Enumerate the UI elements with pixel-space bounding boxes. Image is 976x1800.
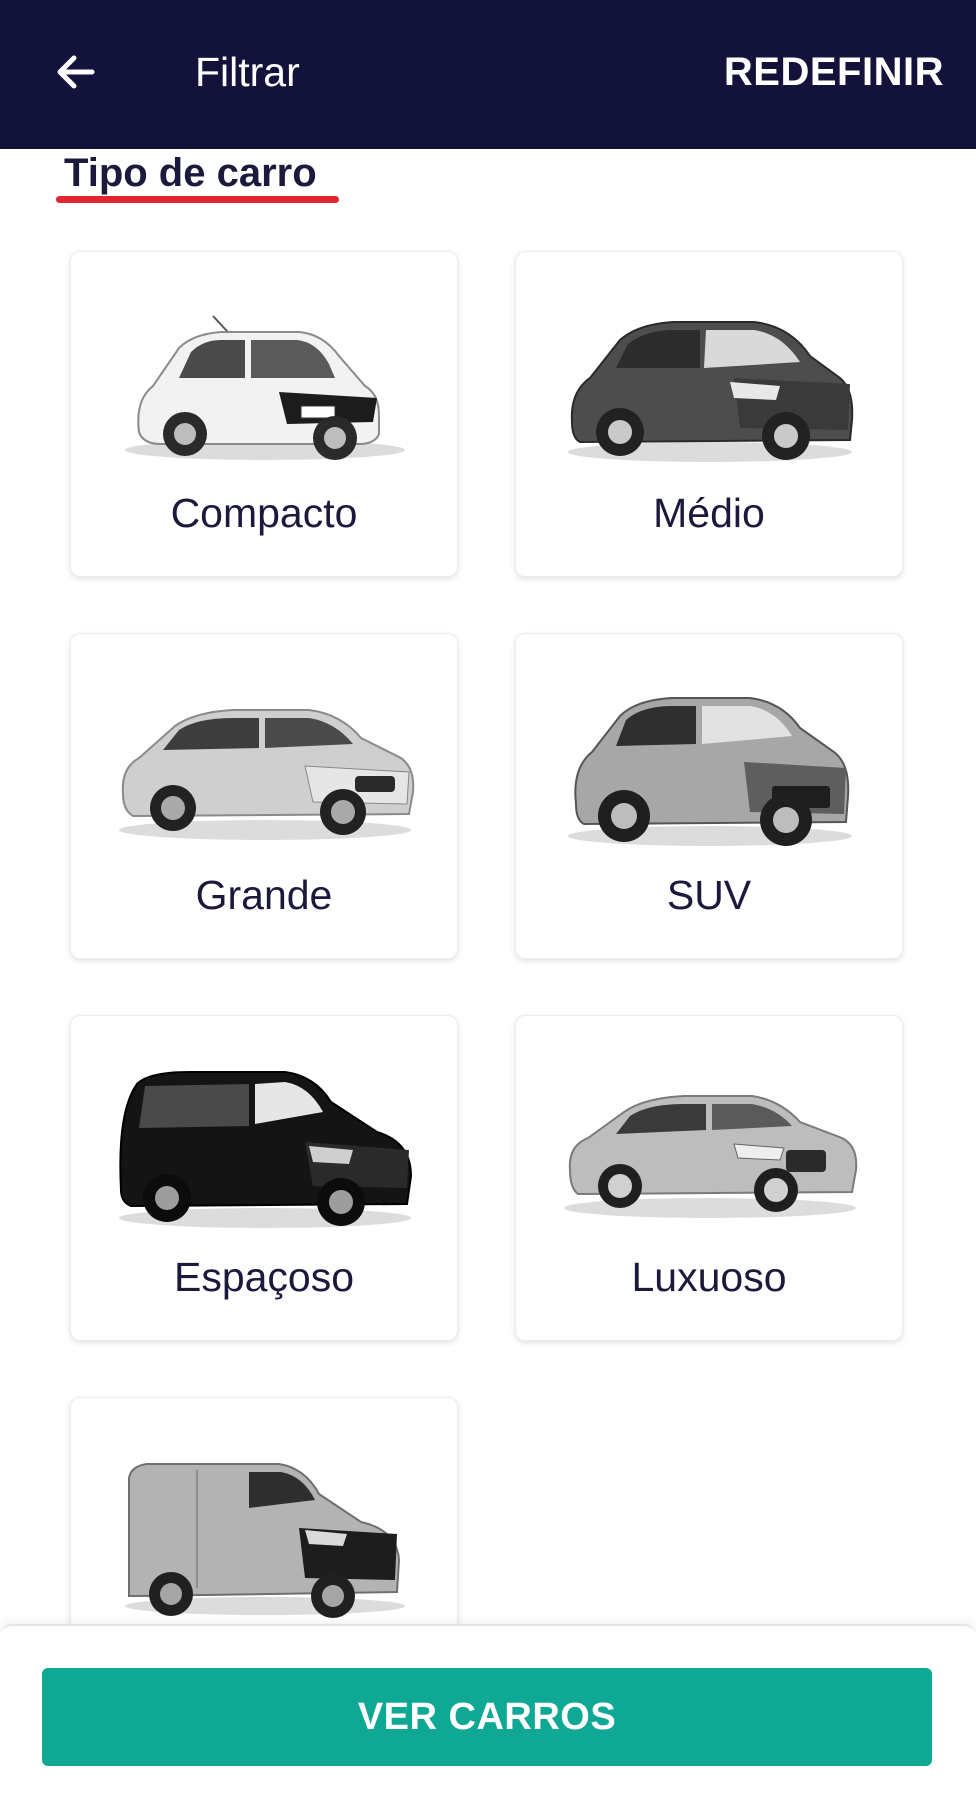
car-type-label: Compacto xyxy=(170,490,358,536)
medium-car-image xyxy=(568,321,854,462)
large-car-image xyxy=(119,709,415,840)
see-cars-button[interactable]: VER CARROS xyxy=(42,1668,932,1766)
car-type-label: Espaçoso xyxy=(173,1254,355,1300)
reset-button[interactable]: REDEFINIR xyxy=(724,44,944,100)
van-car-image xyxy=(125,1463,405,1618)
car-type-card-suv[interactable]: SUV xyxy=(515,633,903,959)
arrow-left-icon xyxy=(57,55,95,89)
back-button[interactable] xyxy=(44,40,108,104)
car-type-card-luxury[interactable]: Luxuoso xyxy=(515,1015,903,1341)
car-type-card-spacious[interactable]: Espaçoso xyxy=(70,1015,458,1341)
section-header: Tipo de carro xyxy=(56,146,339,203)
car-type-card-medium[interactable]: Médio xyxy=(515,251,903,577)
car-type-label: Luxuoso xyxy=(631,1254,787,1300)
car-type-label: SUV xyxy=(666,872,752,918)
car-type-label: Grande xyxy=(195,872,333,918)
suv-car-image xyxy=(568,697,852,846)
filter-screen: Filtrar REDEFINIR Tipo de carro Compacto xyxy=(0,0,976,1800)
app-header: Filtrar REDEFINIR xyxy=(0,0,976,149)
car-type-card-compact[interactable]: Compacto xyxy=(70,251,458,577)
car-type-label: Médio xyxy=(653,490,765,536)
section-title-underline xyxy=(56,196,339,203)
section-title: Tipo de carro xyxy=(64,151,317,195)
luxury-car-image xyxy=(564,1095,858,1218)
page-title: Filtrar xyxy=(195,49,300,95)
car-type-card-large[interactable]: Grande xyxy=(70,633,458,959)
bottom-action-bar: VER CARROS xyxy=(0,1624,976,1800)
minivan-car-image xyxy=(119,1071,413,1228)
compact-car-image xyxy=(125,315,405,460)
